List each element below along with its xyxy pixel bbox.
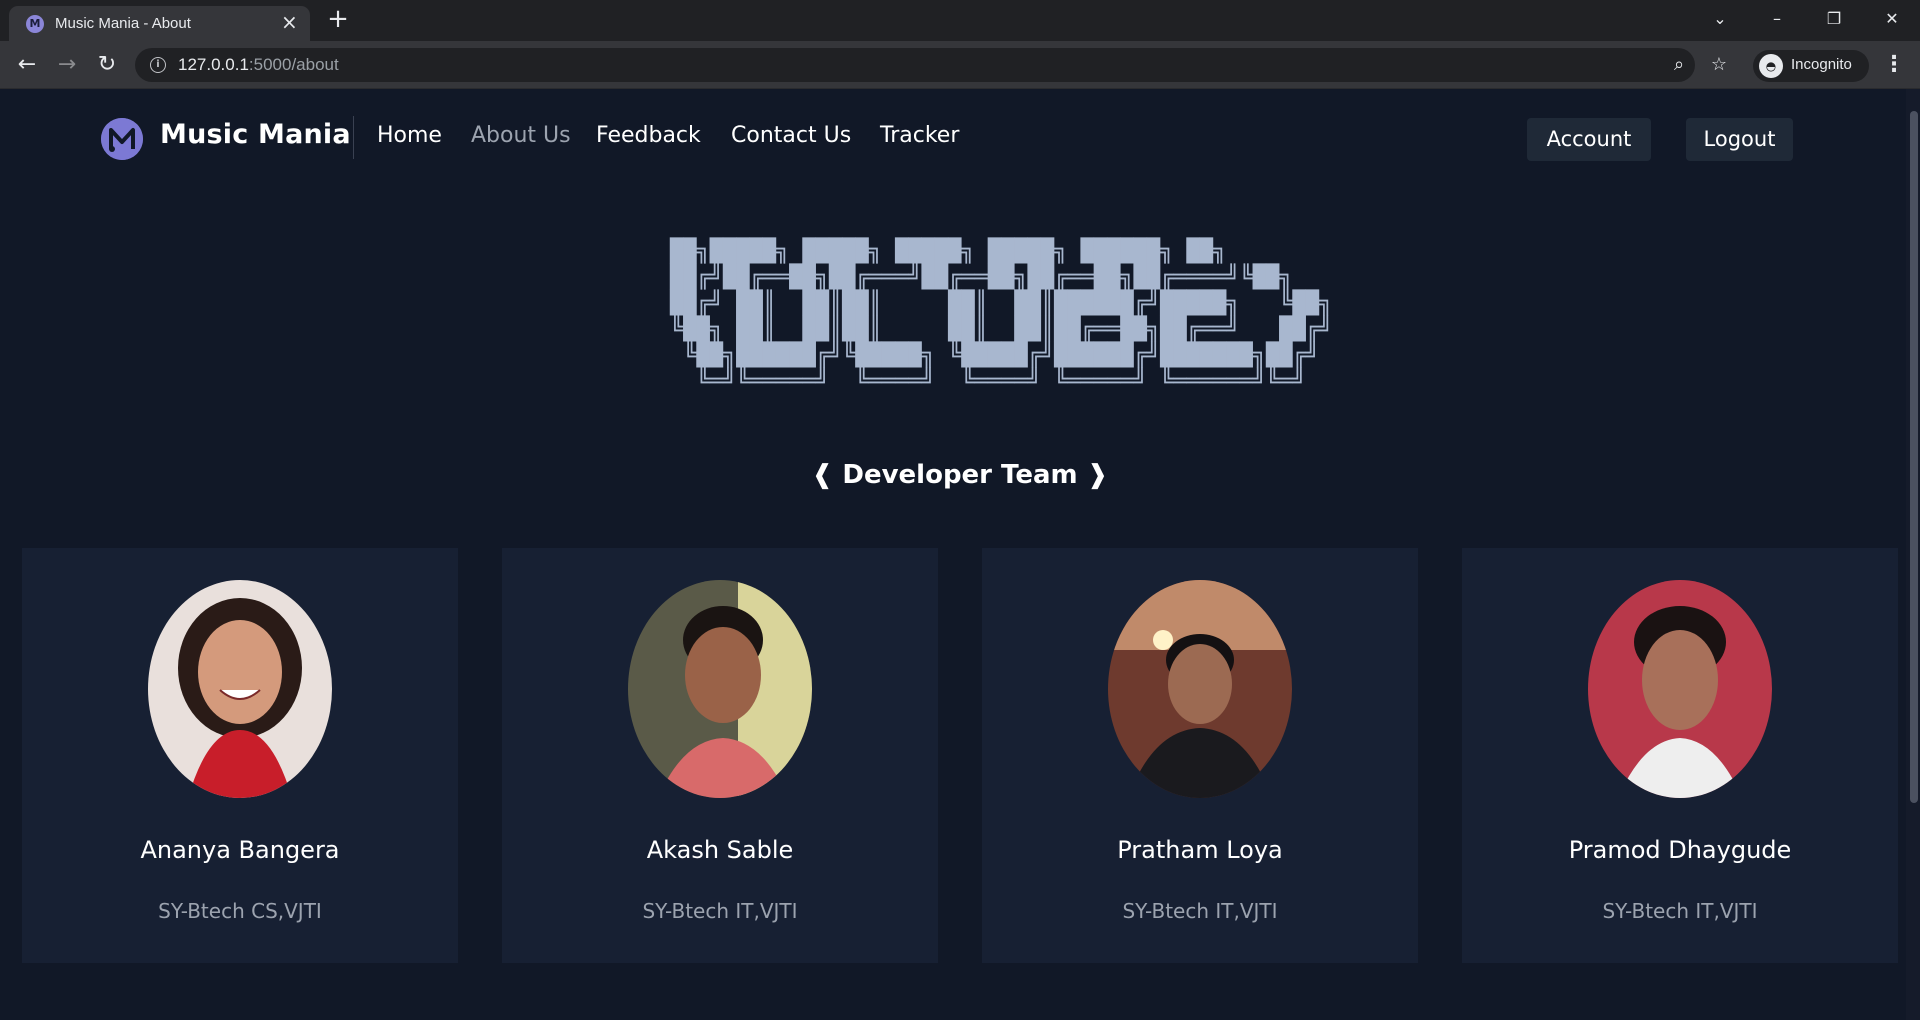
avatar [1108,580,1292,798]
incognito-icon: ◓ [1759,54,1783,78]
member-name: Ananya Bangera [140,836,340,864]
forward-icon[interactable]: → [52,51,82,81]
nav-link-about-us[interactable]: About Us [471,123,571,148]
ascii-art-banner: ██╗█████╗ █████╗ █████╗ █████╗ ██████╗ █… [670,239,1333,489]
music-mania-logo-icon[interactable] [101,118,143,160]
logout-button[interactable]: Logout [1686,118,1793,161]
section-title: ❰ Developer Team ❱ [811,460,1109,490]
close-tab-icon[interactable]: × [281,12,298,32]
team-member-card: Pramod Dhaygude SY-Btech IT,VJTI [1462,548,1898,963]
reload-icon[interactable]: ↻ [92,51,122,81]
account-button[interactable]: Account [1527,118,1651,161]
nav-divider [353,116,354,159]
scrollbar-thumb[interactable] [1910,111,1918,803]
team-member-card: Akash Sable SY-Btech IT,VJTI [502,548,938,963]
member-name: Pramod Dhaygude [1568,836,1792,864]
ascii-art-text: ██╗█████╗ █████╗ █████╗ █████╗ ██████╗ █… [670,239,1333,394]
scrollbar[interactable] [1906,89,1920,1020]
close-window-icon[interactable]: ✕ [1872,6,1912,32]
incognito-badge[interactable]: ◓ Incognito [1753,50,1869,82]
browser-tab[interactable]: M Music Mania - About × [9,6,310,41]
nav-link-home[interactable]: Home [377,123,442,148]
avatar [148,580,332,798]
avatar [1588,580,1772,798]
tab-title: Music Mania - About [55,15,191,32]
page-content: Music Mania Home About Us Feedback Conta… [0,89,1920,1020]
bookmark-star-icon[interactable]: ☆ [1707,53,1731,77]
browser-toolbar: ← → ↻ i 127.0.0.1:5000/about ⌕ ☆ ◓ Incog… [0,41,1920,89]
zoom-icon[interactable]: ⌕ [1667,53,1691,77]
member-name: Akash Sable [646,836,794,864]
avatar [628,580,812,798]
address-bar[interactable]: i 127.0.0.1:5000/about ⌕ ☆ [135,48,1727,82]
incognito-label: Incognito [1791,56,1852,73]
browser-menu-icon[interactable]: ⋮ [1880,51,1908,81]
url-text[interactable]: 127.0.0.1:5000/about [178,55,339,75]
nav-link-contact-us[interactable]: Contact Us [731,123,851,148]
member-role: SY-Btech IT,VJTI [642,899,798,923]
browser-tab-strip: M Music Mania - About × + ⌄ – ❐ ✕ [0,0,1920,41]
member-role: SY-Btech IT,VJTI [1602,899,1758,923]
member-role: SY-Btech CS,VJTI [158,899,322,923]
music-mania-favicon-icon: M [26,15,44,33]
tab-search-chevron-icon[interactable]: ⌄ [1700,6,1740,32]
new-tab-icon[interactable]: + [325,6,351,34]
member-role: SY-Btech IT,VJTI [1122,899,1278,923]
site-info-icon[interactable]: i [150,57,166,73]
brand-name[interactable]: Music Mania [160,119,351,150]
minimize-icon[interactable]: – [1757,6,1797,32]
member-name: Pratham Loya [1117,836,1283,864]
nav-link-tracker[interactable]: Tracker [880,123,959,148]
restore-icon[interactable]: ❐ [1814,6,1854,32]
team-member-card: Pratham Loya SY-Btech IT,VJTI [982,548,1418,963]
team-member-card: Ananya Bangera SY-Btech CS,VJTI [22,548,458,963]
nav-link-feedback[interactable]: Feedback [596,123,701,148]
back-icon[interactable]: ← [12,51,42,81]
